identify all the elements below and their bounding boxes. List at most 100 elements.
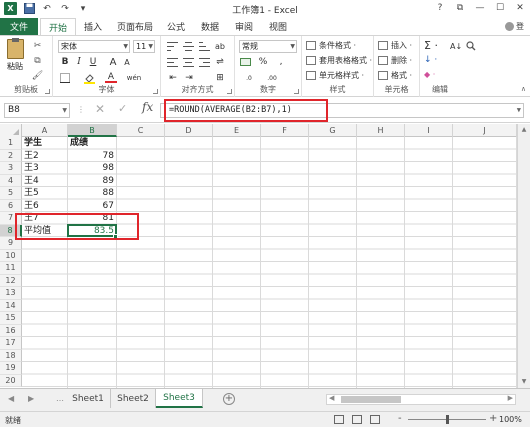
row-header-1[interactable]: 1 bbox=[0, 137, 22, 150]
row-header-13[interactable]: 13 bbox=[0, 287, 22, 300]
zoom-slider-thumb[interactable] bbox=[446, 415, 449, 424]
row-header-14[interactable]: 14 bbox=[0, 299, 22, 312]
increase-indent-icon[interactable]: ⇥ bbox=[183, 72, 195, 84]
cell-styles-button[interactable]: 单元格样式 · bbox=[306, 70, 364, 81]
underline-button[interactable]: U bbox=[87, 56, 99, 68]
vertical-scrollbar[interactable]: ▲ ▼ bbox=[517, 124, 530, 388]
tab-sheet3[interactable]: Sheet3 bbox=[156, 389, 203, 408]
tab-sheet2[interactable]: Sheet2 bbox=[111, 389, 156, 408]
row-header-19[interactable]: 19 bbox=[0, 362, 22, 375]
orientation-icon[interactable]: ab bbox=[214, 40, 226, 52]
help-icon[interactable]: ? bbox=[430, 0, 450, 16]
find-select-button[interactable] bbox=[466, 41, 476, 51]
maximize-icon[interactable]: ☐ bbox=[490, 0, 510, 16]
page-layout-view-icon[interactable] bbox=[352, 415, 362, 424]
tab-home[interactable]: 开始 bbox=[40, 18, 76, 35]
sheet-overflow-icon[interactable]: … bbox=[56, 394, 64, 403]
worksheet-grid[interactable]: ABCDEFGHIJ 1 2 3 4 5 6 7 8 9 10 11 12 13 14 15 16 17 18 19… bbox=[0, 124, 517, 388]
add-sheet-button[interactable]: + bbox=[223, 393, 235, 405]
row-header-5[interactable]: 5 bbox=[0, 187, 22, 200]
row-header-3[interactable]: 3 bbox=[0, 162, 22, 175]
cell-a6[interactable]: 王6 bbox=[24, 200, 68, 212]
insert-function-icon[interactable]: fx bbox=[142, 100, 153, 114]
collapse-ribbon-icon[interactable]: ∧ bbox=[521, 85, 526, 93]
horizontal-scrollbar[interactable]: ◀ ▶ bbox=[326, 394, 516, 405]
sort-filter-button[interactable]: A↓ bbox=[450, 42, 462, 51]
tab-view[interactable]: 视图 bbox=[264, 18, 292, 35]
align-bottom-icon[interactable] bbox=[199, 42, 210, 51]
scroll-right-icon[interactable]: ▶ bbox=[508, 394, 513, 402]
comma-button[interactable]: , bbox=[275, 56, 287, 68]
normal-view-icon[interactable] bbox=[334, 415, 344, 424]
italic-button[interactable]: I bbox=[73, 56, 85, 68]
cell-a4[interactable]: 王4 bbox=[24, 175, 68, 187]
decrease-decimal-button[interactable]: .00 bbox=[263, 72, 281, 84]
minimize-icon[interactable]: — bbox=[470, 0, 490, 16]
align-middle-icon[interactable] bbox=[183, 42, 194, 51]
row-header-4[interactable]: 4 bbox=[0, 174, 22, 187]
row-header-10[interactable]: 10 bbox=[0, 249, 22, 262]
enter-icon[interactable]: ✓ bbox=[118, 102, 127, 115]
row-header-2[interactable]: 2 bbox=[0, 149, 22, 162]
scroll-up-icon[interactable]: ▲ bbox=[518, 124, 530, 136]
row-header-16[interactable]: 16 bbox=[0, 324, 22, 337]
autosum-button[interactable]: Σ · bbox=[424, 39, 438, 52]
cell-b4[interactable]: 89 bbox=[68, 175, 116, 187]
font-color-button[interactable]: A bbox=[105, 72, 117, 83]
cell-a2[interactable]: 王2 bbox=[24, 150, 68, 162]
format-as-table-button[interactable]: 套用表格格式 · bbox=[306, 55, 372, 66]
clipboard-launcher-icon[interactable] bbox=[45, 89, 50, 94]
prev-sheet-icon[interactable]: ◀ bbox=[8, 394, 14, 403]
cell-b2[interactable]: 78 bbox=[68, 150, 116, 162]
scroll-thumb[interactable] bbox=[341, 396, 401, 403]
delete-cells-button[interactable]: 删除 · bbox=[378, 55, 412, 66]
format-painter-icon[interactable]: 🖌 bbox=[32, 70, 43, 81]
copy-icon[interactable]: ⧉ bbox=[32, 55, 43, 66]
row-header-12[interactable]: 12 bbox=[0, 274, 22, 287]
font-name-combo[interactable]: 宋体 ▼ bbox=[58, 40, 130, 53]
conditional-format-button[interactable]: 条件格式 · bbox=[306, 40, 356, 51]
row-header-20[interactable]: 20 bbox=[0, 374, 22, 387]
clear-button[interactable]: ◆ · bbox=[424, 70, 435, 79]
font-launcher-icon[interactable] bbox=[153, 89, 158, 94]
cancel-icon[interactable]: ✕ bbox=[95, 102, 105, 116]
tab-insert[interactable]: 插入 bbox=[78, 18, 108, 35]
align-top-icon[interactable] bbox=[167, 42, 178, 51]
insert-cells-button[interactable]: 插入 · bbox=[378, 40, 412, 51]
page-break-view-icon[interactable] bbox=[370, 415, 380, 424]
scroll-down-icon[interactable]: ▼ bbox=[518, 376, 530, 388]
zoom-level[interactable]: 100% bbox=[499, 415, 522, 424]
tab-page-layout[interactable]: 页面布局 bbox=[112, 18, 158, 35]
tab-formulas[interactable]: 公式 bbox=[162, 18, 190, 35]
row-header-17[interactable]: 17 bbox=[0, 337, 22, 350]
row-header-18[interactable]: 18 bbox=[0, 349, 22, 362]
tab-sheet1[interactable]: Sheet1 bbox=[66, 389, 111, 408]
scroll-left-icon[interactable]: ◀ bbox=[329, 394, 334, 402]
tab-data[interactable]: 数据 bbox=[196, 18, 224, 35]
number-launcher-icon[interactable] bbox=[294, 89, 299, 94]
font-size-combo[interactable]: 11 ▼ bbox=[133, 40, 155, 53]
fill-color-icon[interactable] bbox=[83, 72, 95, 84]
phonetic-button[interactable]: wén bbox=[125, 72, 143, 84]
cell-b3[interactable]: 98 bbox=[68, 162, 116, 174]
fill-button[interactable]: ↓ · bbox=[424, 55, 437, 65]
alignment-launcher-icon[interactable] bbox=[227, 89, 232, 94]
zoom-out-button[interactable]: - bbox=[398, 413, 402, 424]
align-left-icon[interactable] bbox=[167, 58, 178, 67]
format-cells-button[interactable]: 格式 · bbox=[378, 70, 412, 81]
next-sheet-icon[interactable]: ▶ bbox=[28, 394, 34, 403]
row-header-6[interactable]: 6 bbox=[0, 199, 22, 212]
ribbon-display-icon[interactable]: ⧉ bbox=[450, 0, 470, 16]
close-icon[interactable]: ✕ bbox=[510, 0, 530, 16]
cell-b6[interactable]: 67 bbox=[68, 200, 116, 212]
cell-a3[interactable]: 王3 bbox=[24, 162, 68, 174]
cell-a5[interactable]: 王5 bbox=[24, 187, 68, 199]
merge-center-icon[interactable]: ⊞ bbox=[214, 72, 226, 84]
paste-button[interactable]: 粘贴 bbox=[4, 38, 26, 77]
row-header-15[interactable]: 15 bbox=[0, 312, 22, 325]
tab-review[interactable]: 审阅 bbox=[230, 18, 258, 35]
zoom-in-button[interactable]: + bbox=[489, 413, 497, 424]
sign-in[interactable]: 登 bbox=[505, 21, 524, 32]
expand-formula-icon[interactable]: ▼ bbox=[517, 104, 521, 117]
decrease-indent-icon[interactable]: ⇤ bbox=[167, 72, 179, 84]
